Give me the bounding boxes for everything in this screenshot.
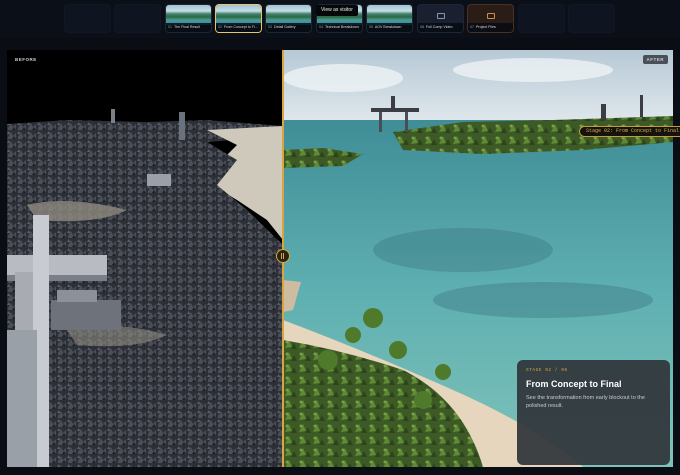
thumbnail-07[interactable]: 07 Project Files: [467, 4, 514, 33]
thumbnail-label: Full Comp Video: [426, 25, 453, 29]
thumbnail-02[interactable]: 02 From Concept to Fi...: [215, 4, 262, 33]
thumbnail-placeholder[interactable]: [568, 4, 615, 33]
thumbnail-06[interactable]: 06 Full Comp Video: [417, 4, 464, 33]
thumbnail-caption: 07 Project Files: [468, 23, 513, 32]
thumbnail-image: [266, 5, 311, 25]
stage-description: See the transformation from early blocko…: [526, 395, 645, 410]
thumbnail-image: [166, 5, 211, 25]
stage-indicator[interactable]: Stage 02: From Concept to Final: [579, 126, 680, 137]
thumbnail-caption: 06 Full Comp Video: [418, 23, 463, 32]
thumbnail-caption: 04 Technical Breakdown: [317, 23, 362, 32]
folder-icon: [486, 13, 495, 19]
thumbnail-image: [367, 5, 412, 25]
thumbnail-label: The Final Result: [173, 25, 201, 29]
thumbnail-number: 06: [420, 25, 424, 29]
before-label: BEFORE: [11, 55, 41, 64]
thumbnail-label: AOV Breakdown: [374, 25, 402, 29]
thumbnail-label: Technical Breakdown: [324, 25, 359, 29]
thumbnail-number: 03: [268, 25, 272, 29]
video-icon: [436, 13, 445, 19]
thumbnail-01[interactable]: 01 The Final Result: [165, 4, 212, 33]
thumbnail-caption: 05 AOV Breakdown: [367, 23, 412, 32]
thumbnail-05[interactable]: 05 AOV Breakdown: [366, 4, 413, 33]
stage-title: From Concept to Final: [526, 379, 622, 389]
thumbnail-number: 04: [319, 25, 323, 29]
thumbnail-number: 07: [470, 25, 474, 29]
thumbnail-label: Project Files: [476, 25, 496, 29]
thumbnail-caption: 01 The Final Result: [166, 23, 211, 32]
thumbnail-caption: 02 From Concept to Fi...: [216, 23, 261, 32]
thumbnail-03[interactable]: 03 Detail Gallery: [265, 4, 312, 33]
slider-handle[interactable]: [276, 249, 290, 263]
thumbnail-number: 05: [369, 25, 373, 29]
stage-info-card: STAGE 02 / 06 From Concept to Final See …: [517, 360, 670, 465]
view-as-visitor-tooltip: View as visitor: [316, 5, 358, 16]
after-label: AFTER: [642, 55, 668, 64]
thumbnail-number: 02: [218, 25, 222, 29]
before-image: BEFORE: [7, 50, 283, 467]
thumbnail-number: 01: [168, 25, 172, 29]
grip-icon: [281, 253, 284, 259]
thumbnail-placeholder[interactable]: [518, 4, 565, 33]
thumbnail-placeholder[interactable]: [114, 4, 161, 33]
stage-kicker: STAGE 02 / 06: [526, 368, 568, 373]
thumbnail-label: Detail Gallery: [274, 25, 296, 29]
thumbnail-label: From Concept to Fi...: [224, 25, 258, 29]
thumbnail-caption: 03 Detail Gallery: [266, 23, 311, 32]
thumbnail-image: [216, 5, 261, 25]
thumbnail-placeholder[interactable]: [64, 4, 111, 33]
thumbnail-strip: 01 The Final Result 02 From Concept to Fi…: [0, 0, 680, 38]
